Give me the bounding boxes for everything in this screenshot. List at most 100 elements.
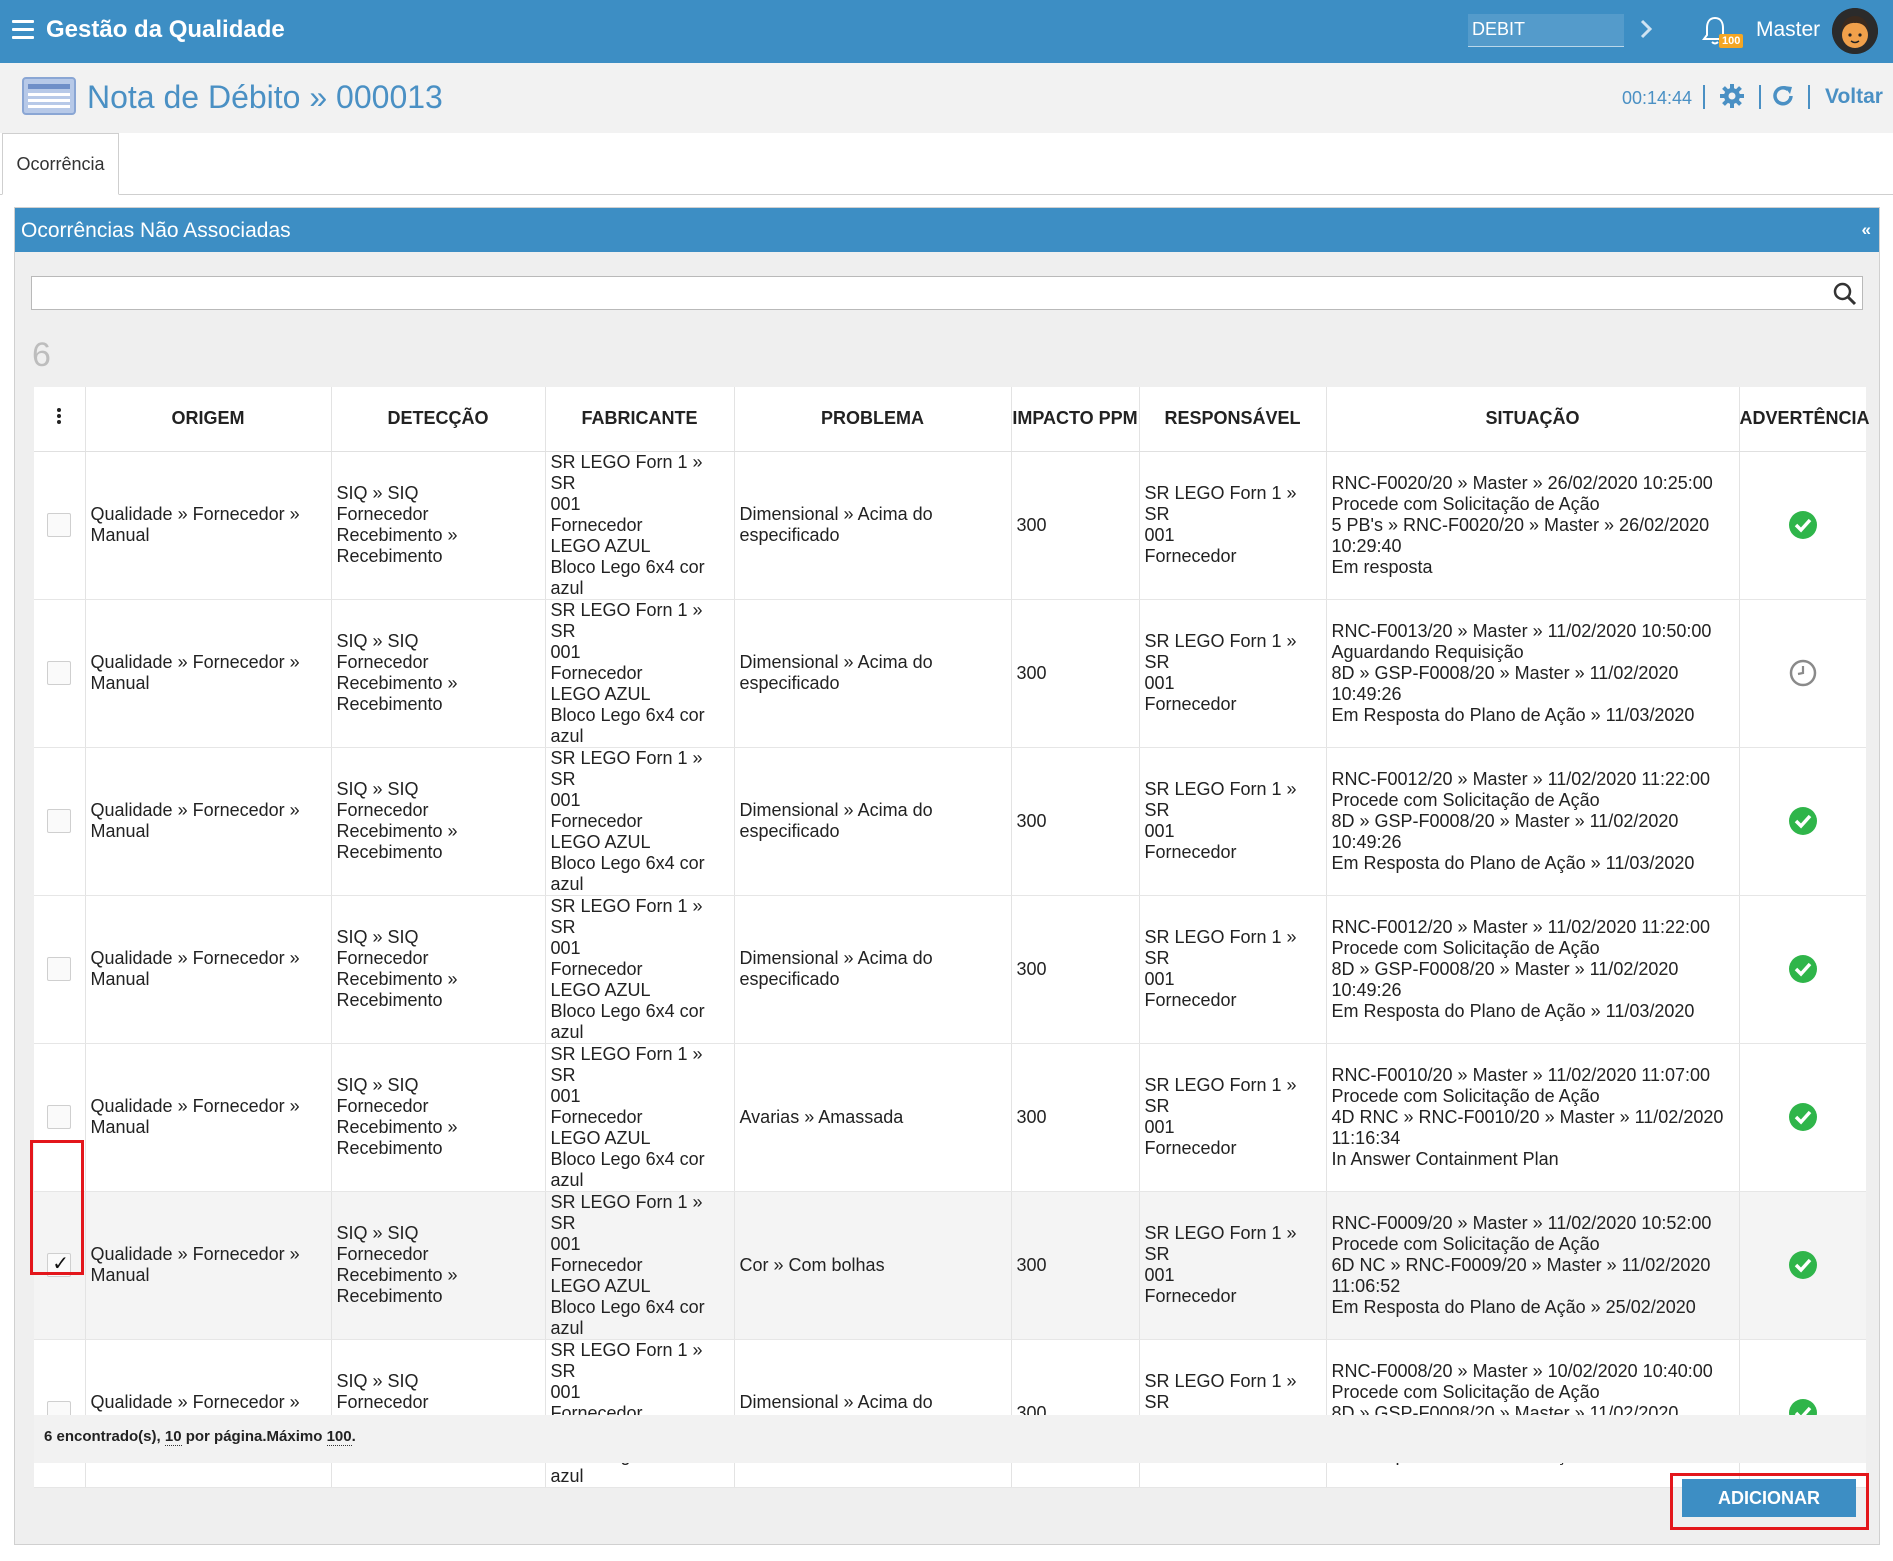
- cell-problema: Dimensional » Acima do especificado: [734, 451, 1012, 600]
- table-row[interactable]: Qualidade » Fornecedor » ManualSIQ » SIQ…: [34, 599, 1866, 748]
- cell-problema: Dimensional » Acima do especificado: [734, 895, 1012, 1044]
- cell-advertencia: [1739, 599, 1866, 748]
- cell-impacto: 300: [1011, 747, 1140, 896]
- row-checkbox[interactable]: [47, 809, 72, 833]
- cell-problema: Dimensional » Acima do especificado: [734, 1339, 1012, 1488]
- cell-problema: Dimensional » Acima do especificado: [734, 599, 1012, 748]
- result-count: 6: [32, 336, 51, 374]
- tab-bar: Ocorrência: [0, 133, 1893, 195]
- cell-situacao: RNC-F0012/20 » Master » 11/02/2020 11:22…: [1326, 747, 1740, 896]
- cell-impacto: 300: [1011, 1043, 1140, 1192]
- cell-responsavel: SR LEGO Forn 1 » SR 001 Fornecedor: [1139, 1043, 1327, 1192]
- tab-ocorrencia[interactable]: Ocorrência: [2, 133, 119, 195]
- cell-fabricante: SR LEGO Forn 1 » SR 001 Fornecedor LEGO …: [545, 1339, 735, 1488]
- row-checkbox[interactable]: [47, 513, 72, 537]
- table-row[interactable]: Qualidade » Fornecedor » ManualSIQ » SIQ…: [34, 451, 1866, 600]
- cell-deteccao: SIQ » SIQ Fornecedor Recebimento » Receb…: [331, 895, 546, 1044]
- cell-origem: Qualidade » Fornecedor » Manual: [85, 1191, 332, 1340]
- row-checkbox[interactable]: [47, 1105, 72, 1129]
- search-input[interactable]: [36, 278, 1816, 308]
- check-circle-icon: [1788, 1251, 1817, 1279]
- occurrences-table: ORIGEM DETECÇÃO FABRICANTE PROBLEMA IMPA…: [34, 387, 1870, 1488]
- cell-deteccao: SIQ » SIQ Fornecedor Recebimento » Receb…: [331, 451, 546, 600]
- cell-advertencia: [1739, 747, 1866, 896]
- table-row[interactable]: Qualidade » Fornecedor » ManualSIQ » SIQ…: [34, 895, 1866, 1044]
- table-row[interactable]: Qualidade » Fornecedor » ManualSIQ » SIQ…: [34, 1043, 1866, 1192]
- gear-icon[interactable]: [1719, 83, 1745, 109]
- check-circle-icon: [1788, 1103, 1817, 1131]
- chevron-right-icon[interactable]: [1637, 14, 1657, 44]
- cell-origem: Qualidade » Fornecedor » Manual: [85, 747, 332, 896]
- max-selector[interactable]: 100: [326, 1428, 352, 1446]
- column-header[interactable]: ADVERTÊNCIA: [1739, 387, 1870, 452]
- cell-deteccao: SIQ » SIQ Fornecedor Recebimento » Receb…: [331, 1043, 546, 1192]
- table-row[interactable]: Qualidade » Fornecedor » ManualSIQ » SIQ…: [34, 1339, 1866, 1488]
- row-select-cell: [34, 895, 86, 1044]
- cell-situacao: RNC-F0010/20 » Master » 11/02/2020 11:07…: [1326, 1043, 1740, 1192]
- cell-advertencia: [1739, 1191, 1866, 1340]
- add-button[interactable]: ADICIONAR: [1682, 1479, 1856, 1517]
- page-title: Nota de Débito » 000013: [87, 79, 443, 115]
- column-header[interactable]: IMPACTO PPM: [1011, 387, 1140, 452]
- collapse-button[interactable]: «: [1862, 220, 1871, 240]
- check-circle-icon: [1788, 955, 1817, 983]
- pagination-info: 6 encontrado(s), 10 por página.Máximo 10…: [34, 1415, 1866, 1463]
- search-box: [31, 276, 1863, 310]
- column-header[interactable]: SITUAÇÃO: [1326, 387, 1740, 452]
- divider: [1703, 85, 1705, 109]
- column-header[interactable]: FABRICANTE: [545, 387, 735, 452]
- menu-icon[interactable]: [12, 20, 34, 42]
- column-header[interactable]: PROBLEMA: [734, 387, 1012, 452]
- module-field[interactable]: DEBIT: [1468, 14, 1624, 47]
- cell-impacto: 300: [1011, 1339, 1140, 1488]
- row-select-cell: [34, 599, 86, 748]
- row-checkbox[interactable]: [47, 957, 72, 981]
- cell-responsavel: SR LEGO Forn 1 » SR 001 Fornecedor: [1139, 1191, 1327, 1340]
- cell-origem: Qualidade » Fornecedor » Manual: [85, 1043, 332, 1192]
- cell-advertencia: [1739, 1339, 1866, 1488]
- column-header[interactable]: DETECÇÃO: [331, 387, 546, 452]
- panel-header: Ocorrências Não Associadas «: [15, 208, 1879, 252]
- column-header[interactable]: ORIGEM: [85, 387, 332, 452]
- search-icon[interactable]: [1832, 281, 1858, 307]
- page-header: Nota de Débito » 000013 00:14:44 Voltar: [0, 63, 1893, 133]
- table-header-row: ORIGEM DETECÇÃO FABRICANTE PROBLEMA IMPA…: [34, 387, 1870, 452]
- cell-situacao: RNC-F0012/20 » Master » 11/02/2020 11:22…: [1326, 895, 1740, 1044]
- avatar[interactable]: [1832, 8, 1878, 54]
- cell-origem: Qualidade » Fornecedor » Manual: [85, 599, 332, 748]
- check-circle-icon: [1788, 511, 1817, 539]
- row-select-cell: [34, 747, 86, 896]
- notification-badge: 100: [1719, 34, 1744, 48]
- per-page-label: por página.Máximo: [185, 1428, 323, 1445]
- cell-responsavel: SR LEGO Forn 1 » SR 001 Fornecedor: [1139, 451, 1327, 600]
- cell-problema: Dimensional » Acima do especificado: [734, 747, 1012, 896]
- cell-responsavel: SR LEGO Forn 1 » SR 001 Fornecedor: [1139, 895, 1327, 1044]
- cell-deteccao: SIQ » SIQ Fornecedor Recebimento » Receb…: [331, 1339, 546, 1488]
- back-link[interactable]: Voltar: [1825, 85, 1883, 109]
- cell-advertencia: [1739, 1043, 1866, 1192]
- column-header[interactable]: RESPONSÁVEL: [1139, 387, 1327, 452]
- cell-deteccao: SIQ » SIQ Fornecedor Recebimento » Receb…: [331, 1191, 546, 1340]
- cell-origem: Qualidade » Fornecedor » Manual: [85, 451, 332, 600]
- divider: [1759, 85, 1761, 109]
- document-icon: [22, 77, 76, 115]
- user-name[interactable]: Master: [1756, 18, 1820, 42]
- selection-highlight: [30, 1140, 84, 1275]
- cell-fabricante: SR LEGO Forn 1 » SR 001 Fornecedor LEGO …: [545, 747, 735, 896]
- cell-situacao: RNC-F0008/20 » Master » 10/02/2020 10:40…: [1326, 1339, 1740, 1488]
- cell-impacto: 300: [1011, 1191, 1140, 1340]
- cell-problema: Avarias » Amassada: [734, 1043, 1012, 1192]
- table-row[interactable]: Qualidade » Fornecedor » ManualSIQ » SIQ…: [34, 747, 1866, 896]
- cell-fabricante: SR LEGO Forn 1 » SR 001 Fornecedor LEGO …: [545, 1043, 735, 1192]
- cell-situacao: RNC-F0013/20 » Master » 11/02/2020 10:50…: [1326, 599, 1740, 748]
- cell-impacto: 300: [1011, 895, 1140, 1044]
- kebab-menu-icon[interactable]: [34, 387, 86, 452]
- check-circle-icon: [1788, 807, 1817, 835]
- panel-title: Ocorrências Não Associadas: [21, 219, 291, 242]
- row-checkbox[interactable]: [47, 661, 72, 685]
- table-row[interactable]: Qualidade » Fornecedor » ManualSIQ » SIQ…: [34, 1191, 1866, 1340]
- refresh-icon[interactable]: [1770, 83, 1796, 109]
- cell-responsavel: SR LEGO Forn 1 » SR 001 Fornecedor: [1139, 747, 1327, 896]
- per-page-selector[interactable]: 10: [164, 1428, 182, 1446]
- cell-problema: Cor » Com bolhas: [734, 1191, 1012, 1340]
